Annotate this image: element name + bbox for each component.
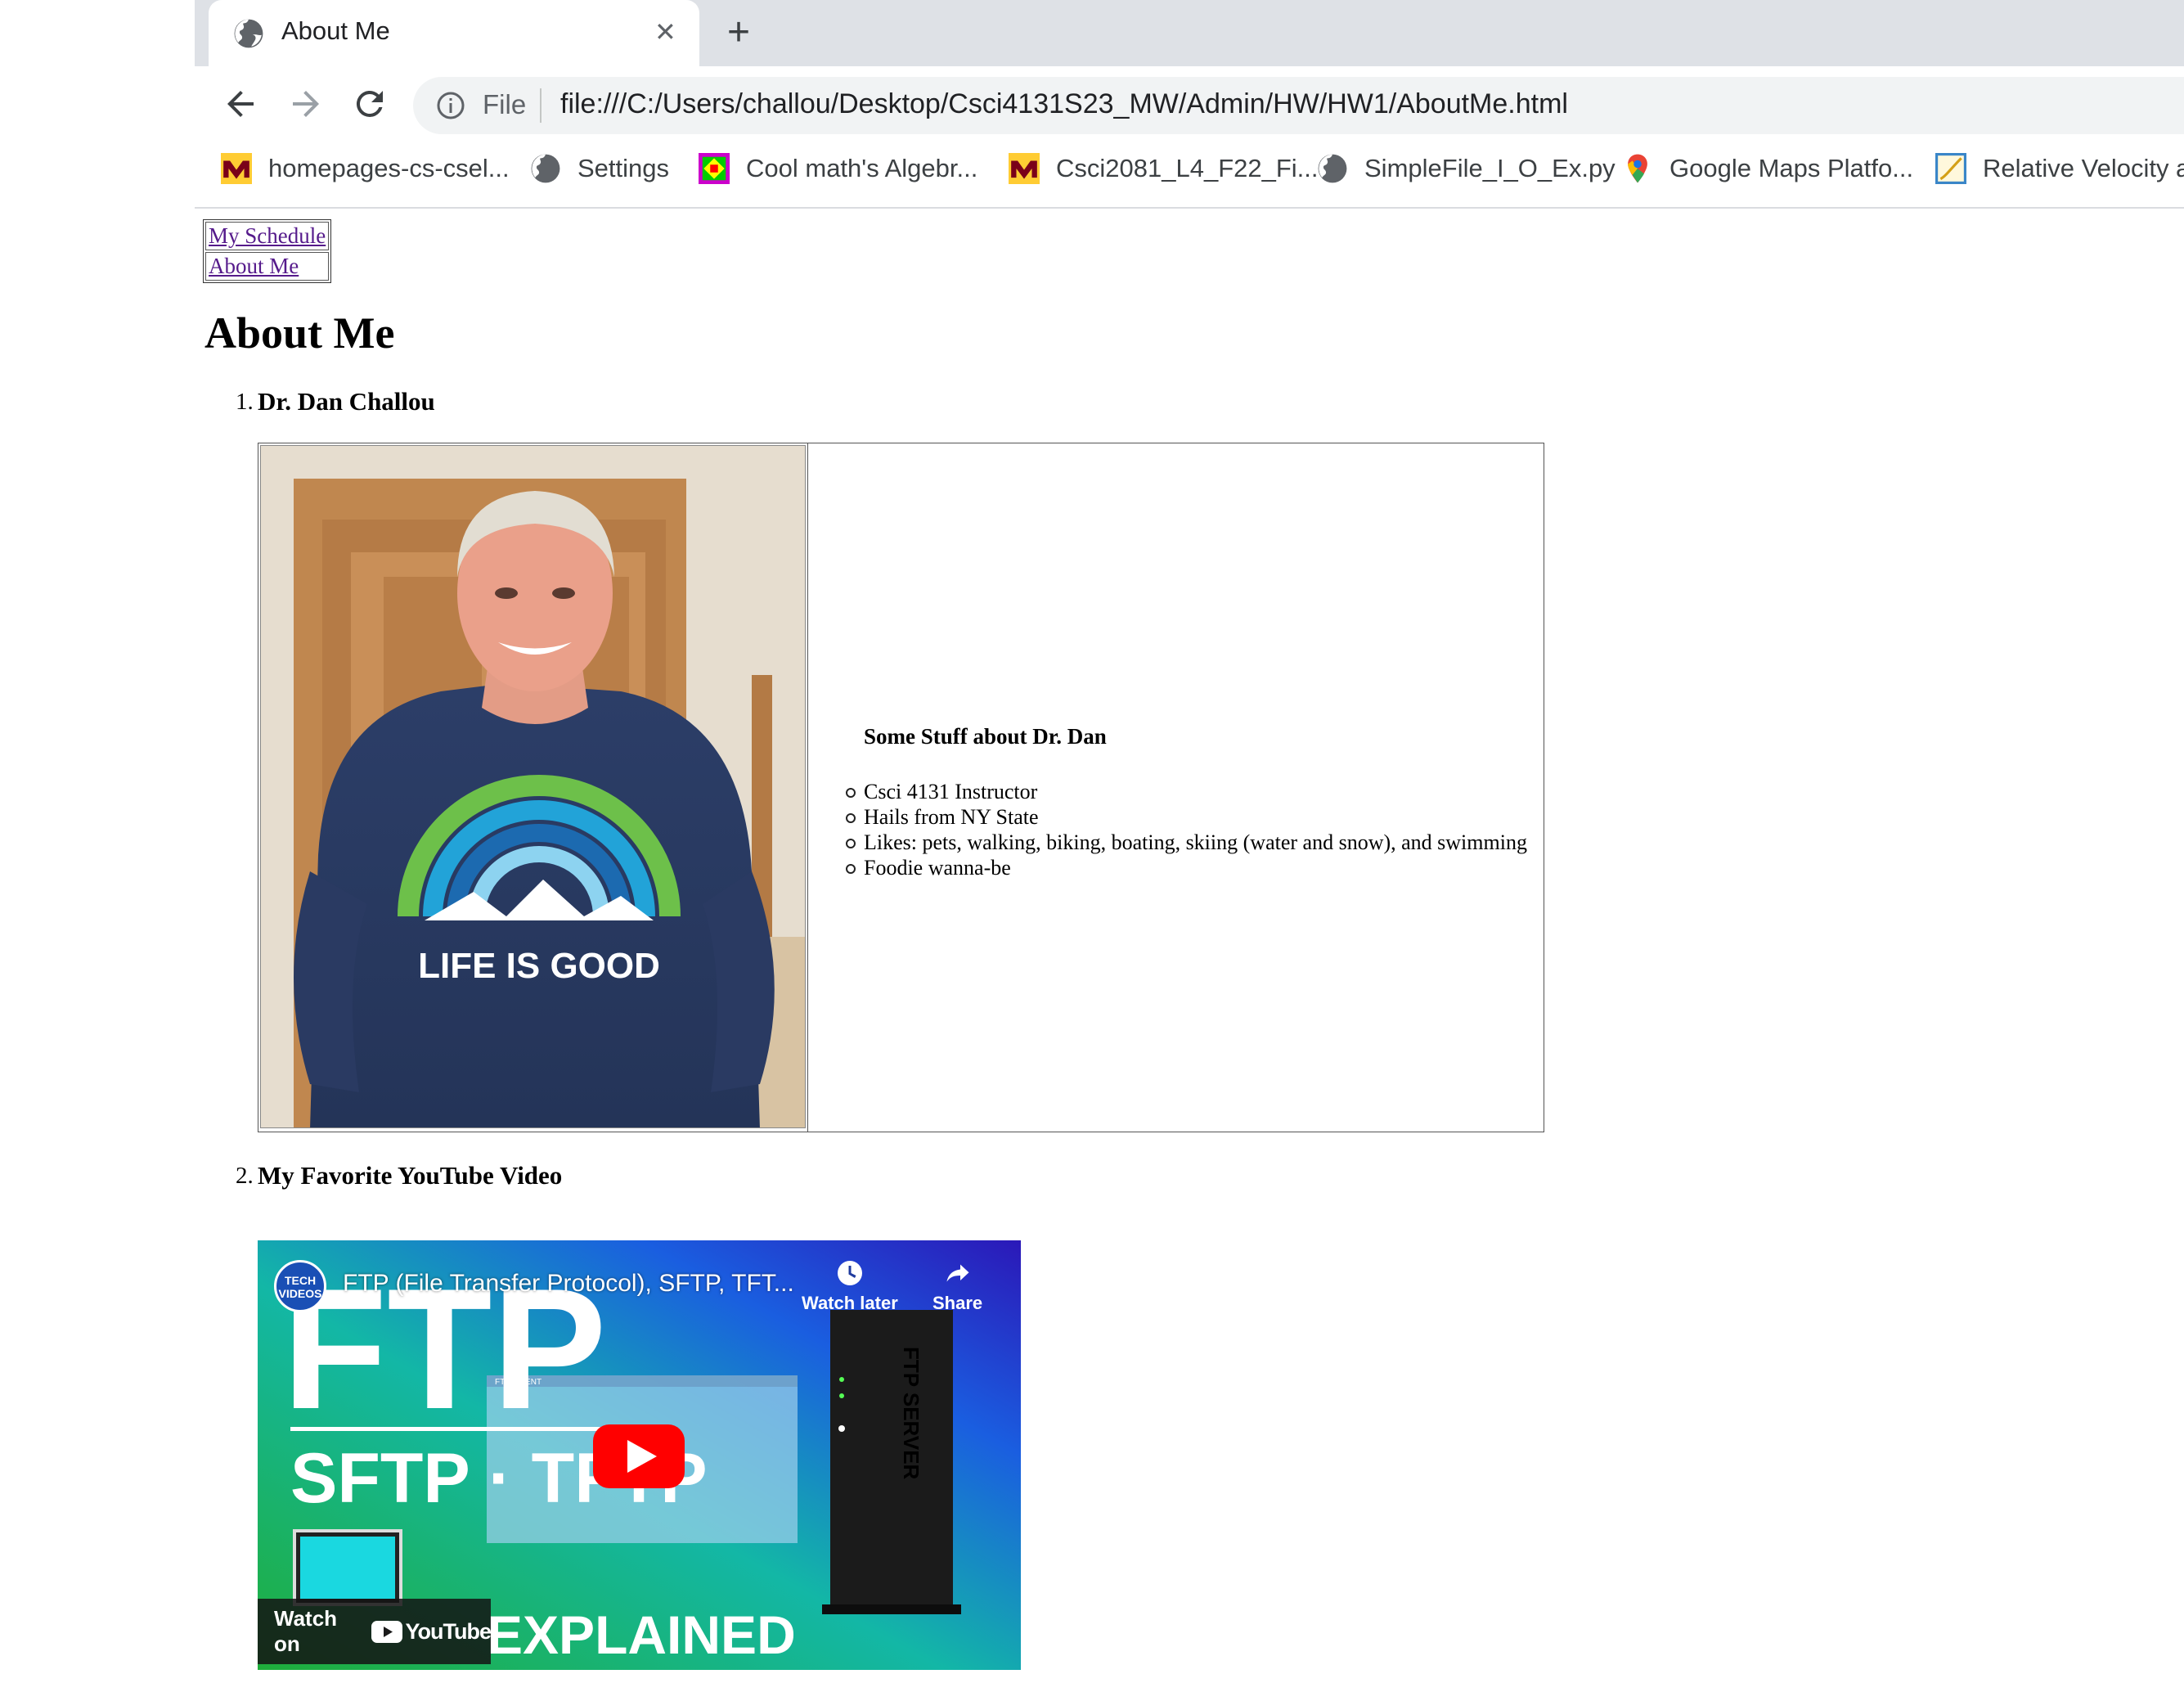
share-label: Share — [932, 1293, 983, 1313]
portrait-illustration: LIFE IS GOOD — [261, 446, 805, 1127]
tab-close-icon[interactable]: ✕ — [654, 16, 676, 47]
omnibox-divider — [540, 88, 542, 123]
bookmark-label: Relative Velocity ar — [1983, 154, 2184, 182]
bookmark-relative-velocity[interactable]: Relative Velocity ar — [1935, 151, 2184, 187]
thumb-server-text: FTP SERVER — [899, 1347, 923, 1480]
youtube-play-icon — [371, 1620, 402, 1643]
bookmark-label: Google Maps Platfo... — [1669, 154, 1914, 182]
coolmath-icon — [699, 153, 730, 184]
shirt-text: LIFE IS GOOD — [418, 946, 660, 986]
bookmark-label: Cool math's Algebr... — [746, 154, 978, 182]
bookmark-homepages[interactable]: homepages-cs-csel... — [221, 151, 510, 187]
bookmarks-bar: homepages-cs-csel... Settings Cool math'… — [195, 146, 2184, 195]
maps-pin-icon — [1628, 154, 1647, 183]
globe-icon — [531, 154, 560, 183]
globe-icon — [234, 19, 263, 48]
profile-photo: LIFE IS GOOD — [260, 445, 806, 1128]
share-button[interactable]: Share — [932, 1258, 982, 1314]
youtube-embed[interactable]: FTP CLIENT FTP SFTP · TFTP EXPLAINED FTP… — [258, 1240, 1021, 1670]
bookmark-settings[interactable]: Settings — [530, 151, 669, 187]
globe-icon — [1318, 154, 1347, 183]
watch-later-label: Watch later — [802, 1293, 898, 1313]
bio-title: Some Stuff about Dr. Dan — [864, 724, 1107, 749]
bookmark-simplefile[interactable]: SimpleFile_I_O_Ex.py — [1317, 151, 1616, 187]
back-arrow-icon[interactable] — [221, 84, 260, 124]
tab-about-me[interactable]: About Me ✕ — [209, 0, 699, 66]
section-heading-video: My Favorite YouTube Video — [258, 1161, 563, 1190]
physics-icon — [1935, 153, 1966, 184]
page-title: About Me — [204, 308, 395, 358]
tab-title: About Me — [281, 16, 390, 45]
umn-logo-icon — [221, 153, 252, 184]
umn-logo-icon — [1009, 153, 1040, 184]
clock-icon — [837, 1261, 862, 1285]
forward-arrow-icon[interactable] — [286, 84, 326, 124]
bookmark-label: Settings — [577, 154, 670, 182]
watch-on-youtube-button[interactable]: Watch on YouTube — [258, 1599, 492, 1664]
bookmark-coolmath[interactable]: Cool math's Algebr... — [699, 151, 977, 187]
youtube-logo: YouTube — [371, 1618, 492, 1645]
new-tab-button[interactable]: + — [727, 10, 750, 55]
list-item: Hails from NY State — [846, 804, 1527, 830]
nav-link-my-schedule[interactable]: My Schedule — [205, 222, 330, 250]
bookmark-label: homepages-cs-csel... — [268, 154, 510, 182]
list-item: Csci 4131 Instructor — [846, 779, 1527, 804]
list-item: Likes: pets, walking, biking, boating, s… — [846, 830, 1527, 855]
thumb-bottom-text: EXPLAINED — [487, 1604, 796, 1665]
cell-divider — [807, 443, 808, 1132]
site-nav: My Schedule About Me — [203, 219, 332, 283]
bookmark-google-maps[interactable]: Google Maps Platfo... — [1622, 151, 1913, 187]
nav-link-about-me[interactable]: About Me — [205, 252, 330, 281]
info-icon[interactable] — [436, 91, 465, 120]
url-text[interactable]: file:///C:/Users/challou/Desktop/Csci413… — [560, 88, 1568, 120]
bookmark-label: Csci2081_L4_F22_Fi... — [1056, 154, 1319, 182]
list-number: 1. — [236, 389, 254, 415]
share-arrow-icon — [946, 1264, 969, 1282]
video-title[interactable]: FTP (File Transfer Protocol), SFTP, TFT.… — [343, 1270, 794, 1298]
reload-icon[interactable] — [350, 84, 389, 124]
bookmark-csci2081[interactable]: Csci2081_L4_F22_Fi... — [1009, 151, 1319, 187]
watch-later-button[interactable]: Watch later — [802, 1258, 898, 1314]
bookmark-label: SimpleFile_I_O_Ex.py — [1364, 154, 1616, 182]
channel-avatar[interactable]: TECH VIDEOS — [274, 1260, 326, 1312]
list-item: Foodie wanna-be — [846, 855, 1527, 880]
address-bar[interactable]: File file:///C:/Users/challou/Desktop/Cs… — [413, 77, 2184, 134]
section-heading-bio: Dr. Dan Challou — [258, 387, 435, 416]
scheme-label: File — [483, 89, 527, 119]
youtube-wordmark: YouTube — [405, 1618, 492, 1644]
list-number: 2. — [236, 1163, 254, 1189]
bio-table: LIFE IS GOOD Some Stuff about Dr. Dan Cs… — [258, 443, 1544, 1132]
bio-list: Csci 4131 Instructor Hails from NY State… — [846, 779, 1527, 880]
watch-on-label: Watch on — [274, 1606, 338, 1656]
